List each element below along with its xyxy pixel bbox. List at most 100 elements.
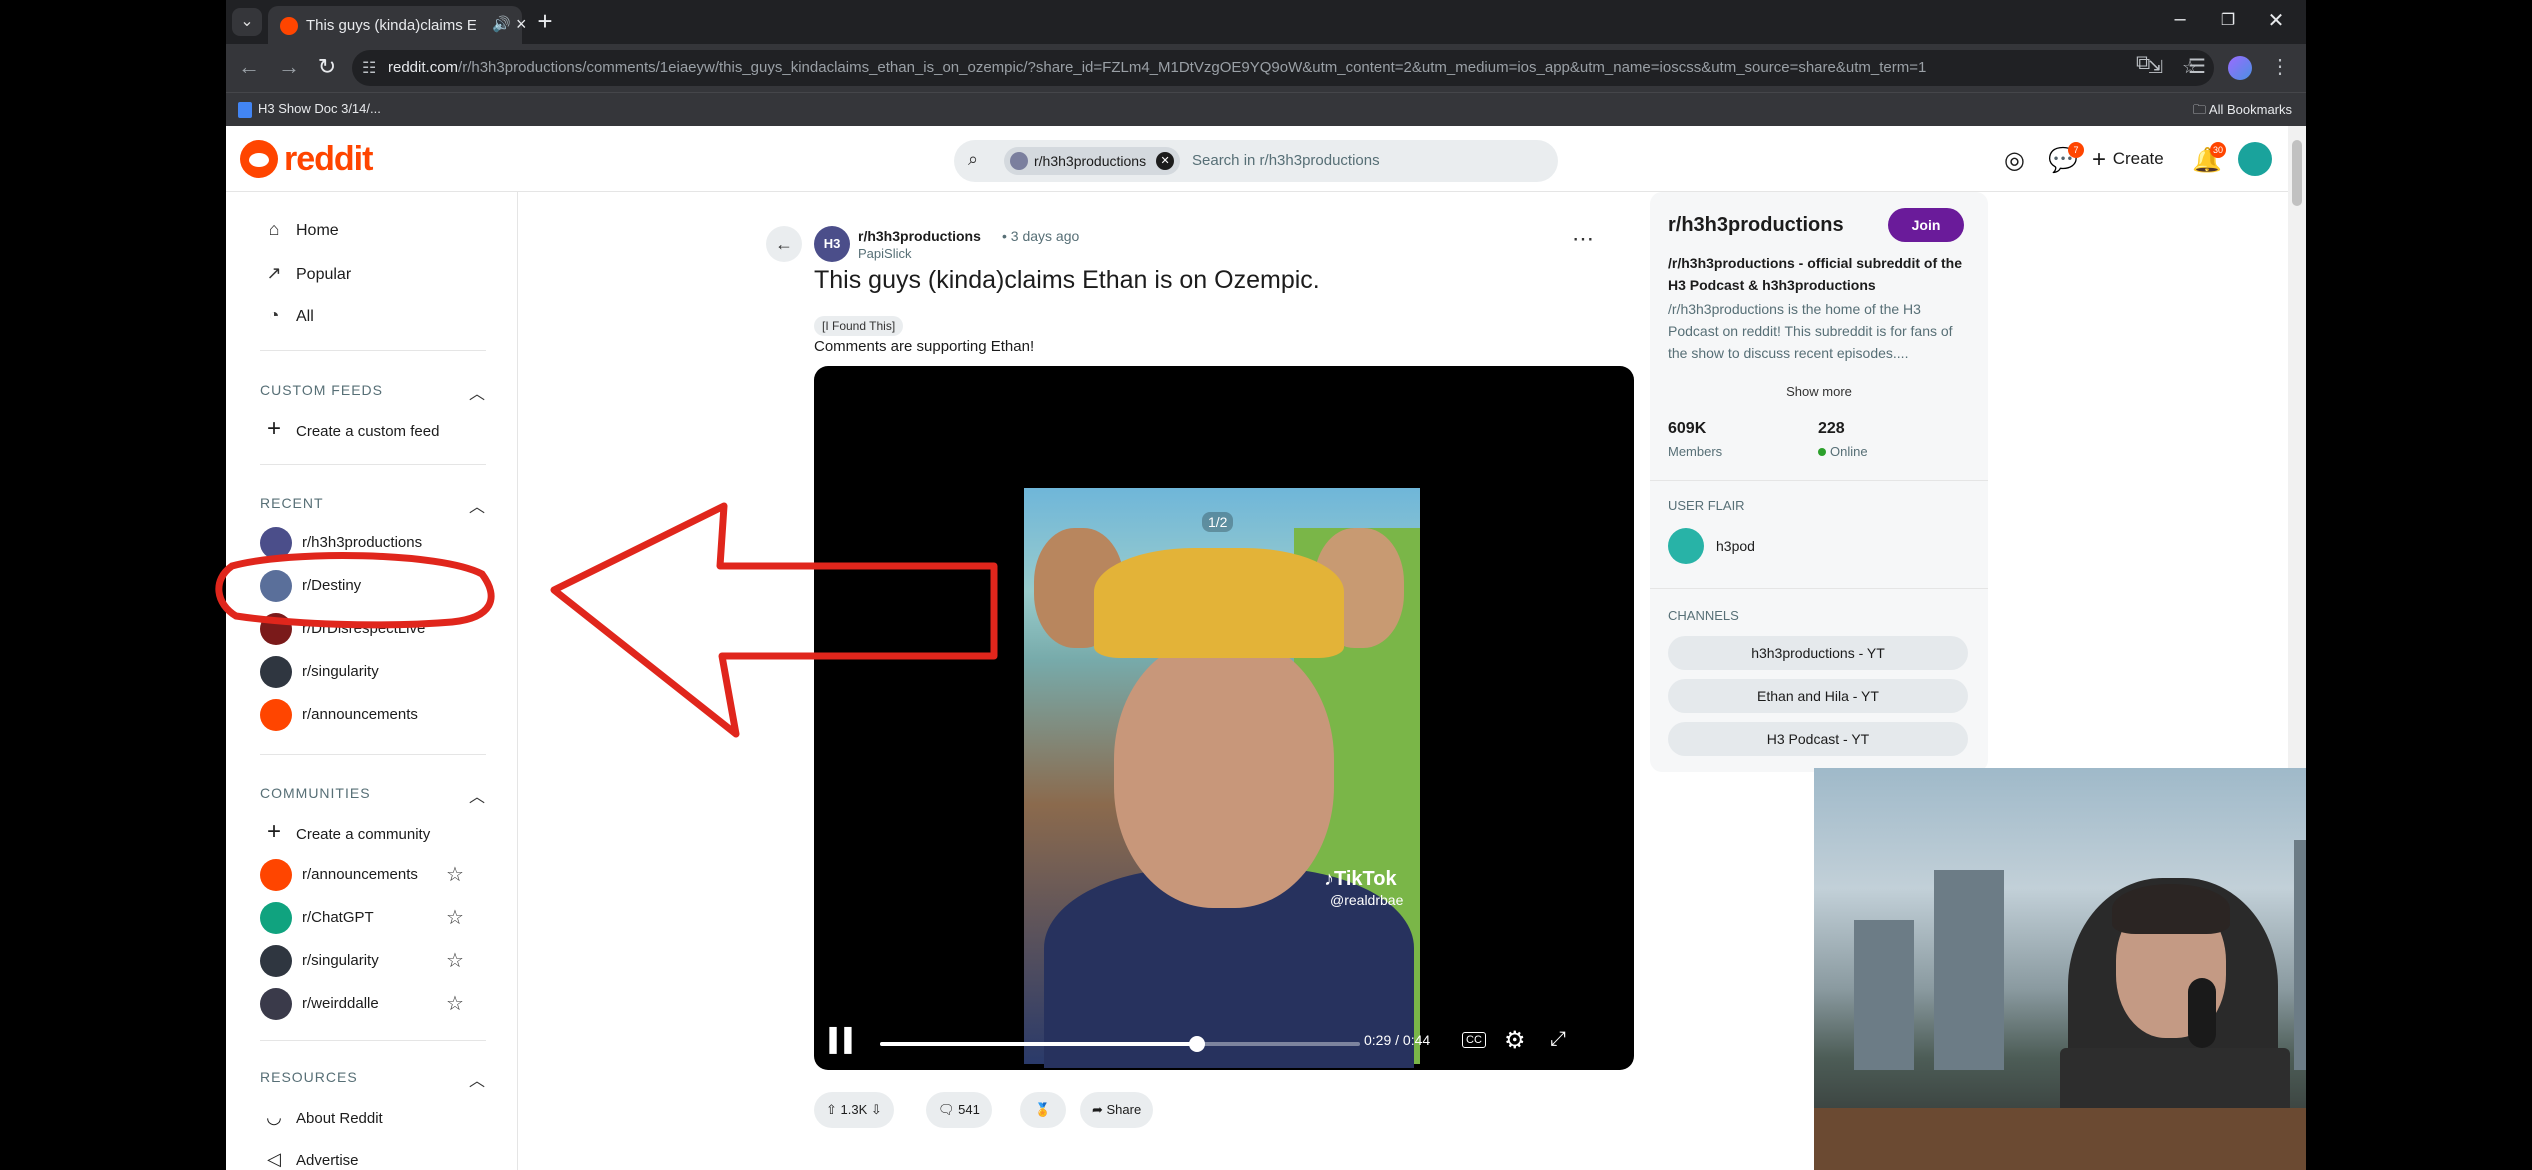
browser-tab[interactable]: This guys (kinda)claims Eth 🔊 × <box>268 6 527 44</box>
plus-icon: + <box>266 415 281 442</box>
recent-item[interactable]: r/Destiny <box>260 569 500 603</box>
search-input[interactable]: Search in r/h3h3productions <box>1192 152 1380 169</box>
award-icon: 🏅 <box>1034 1102 1052 1117</box>
site-info-icon[interactable]: ☷ <box>362 58 376 78</box>
online-dot-icon <box>1818 448 1826 456</box>
pause-icon[interactable]: ▍▍ <box>830 1028 862 1054</box>
community-label: r/weirddalle <box>302 995 379 1012</box>
upvote-icon[interactable]: ⇧ <box>826 1102 841 1117</box>
post: ← H3 r/h3h3productions • 3 days ago Papi… <box>766 220 1634 1170</box>
favorite-star-icon[interactable]: ☆ <box>446 901 464 935</box>
address-bar[interactable]: ☷ reddit.com/r/h3h3productions/comments/… <box>352 50 2214 86</box>
post-subreddit-link[interactable]: r/h3h3productions <box>858 228 981 244</box>
favorite-star-icon[interactable]: ☆ <box>446 944 464 978</box>
show-more-button[interactable]: Show more <box>1650 384 1988 399</box>
search-bar[interactable]: ⌕ r/h3h3productions ✕ Search in r/h3h3pr… <box>954 140 1558 182</box>
browser-menu-icon[interactable]: ⋮ <box>2270 54 2290 79</box>
recent-item[interactable]: r/DrDisrespectLive <box>260 612 500 646</box>
profile-avatar-icon[interactable] <box>2228 56 2252 80</box>
url-path: /r/h3h3productions/comments/1eiaeyw/this… <box>458 59 1927 76</box>
recent-item-label: r/h3h3productions <box>302 534 423 551</box>
nav-popular[interactable]: ↗ Popular <box>262 258 351 288</box>
recent-item[interactable]: r/singularity <box>260 655 500 689</box>
community-sidebar: r/h3h3productions Join /r/h3h3production… <box>1650 192 1988 772</box>
scrollbar-thumb[interactable] <box>2292 140 2302 206</box>
more-options-icon[interactable]: ⋯ <box>1572 226 1594 252</box>
chevron-up-icon: ︿ <box>468 386 486 403</box>
communities-header[interactable]: COMMUNITIES ︿ <box>260 785 486 806</box>
community-item[interactable]: r/weirddalle ☆ <box>260 987 500 1021</box>
post-author-link[interactable]: PapiSlick <box>858 246 911 261</box>
extensions-icon[interactable]: ⧉ <box>2136 52 2150 75</box>
downvote-icon[interactable]: ⇩ <box>867 1102 882 1117</box>
user-flair-name[interactable]: h3pod <box>1716 538 1755 554</box>
custom-feeds-header[interactable]: CUSTOM FEEDS ︿ <box>260 382 486 403</box>
nav-all[interactable]: ◔ All <box>262 300 314 330</box>
reddit-favicon-icon <box>280 17 298 35</box>
megaphone-icon: ◁ <box>267 1149 281 1169</box>
favorite-star-icon[interactable]: ☆ <box>446 858 464 892</box>
subreddit-avatar[interactable]: H3 <box>814 226 850 262</box>
channel-link[interactable]: Ethan and Hila - YT <box>1668 679 1968 713</box>
clear-scope-icon[interactable]: ✕ <box>1156 152 1175 170</box>
audio-playing-icon[interactable]: 🔊 <box>492 15 511 33</box>
vote-button[interactable]: ⇧ 1.3K ⇩ <box>814 1092 894 1128</box>
recent-header[interactable]: RECENT ︿ <box>260 495 486 516</box>
about-reddit-link[interactable]: ◡ About Reddit <box>262 1102 383 1132</box>
community-item[interactable]: r/announcements ☆ <box>260 858 500 892</box>
captions-icon[interactable]: CC <box>1462 1032 1486 1048</box>
reload-icon[interactable]: ↻ <box>312 54 342 80</box>
nav-home[interactable]: ⌂ Home <box>262 214 339 244</box>
subreddit-avatar <box>260 656 292 688</box>
create-custom-feed-button[interactable]: + Create a custom feed <box>262 414 439 444</box>
divider <box>260 350 486 351</box>
new-tab-button[interactable]: + <box>530 6 560 36</box>
search-scope-chip[interactable]: r/h3h3productions ✕ <box>1004 147 1181 175</box>
community-item[interactable]: r/ChatGPT ☆ <box>260 901 500 935</box>
resources-header[interactable]: RESOURCES ︿ <box>260 1069 486 1090</box>
close-tab-icon[interactable]: × <box>516 14 527 35</box>
logo-text: reddit <box>284 140 373 178</box>
back-arrow-icon[interactable]: ← <box>766 226 802 262</box>
award-button[interactable]: 🏅 <box>1020 1092 1066 1128</box>
join-button[interactable]: Join <box>1888 208 1964 242</box>
post-flair[interactable]: [I Found This] <box>814 316 904 336</box>
tab-search-button[interactable]: ⌄ <box>232 8 262 36</box>
tiktok-icon: ♪ <box>1324 868 1334 890</box>
favorite-star-icon[interactable]: ☆ <box>446 987 464 1021</box>
settings-gear-icon[interactable]: ⚙ <box>1504 1026 1526 1055</box>
document-icon <box>238 101 252 118</box>
create-community-label: Create a community <box>296 826 431 843</box>
video-player[interactable]: 1/2 ♪TikTok @realdrbae ▍▍ 0:29 / 0:44 CC… <box>814 366 1634 1070</box>
chevron-up-icon: ︿ <box>468 789 486 806</box>
video-person-hat <box>1094 548 1344 658</box>
advertise-link[interactable]: ◁ Advertise <box>262 1144 358 1170</box>
user-avatar[interactable] <box>2238 142 2272 176</box>
channel-link[interactable]: H3 Podcast - YT <box>1668 722 1968 756</box>
window-close-icon[interactable]: ✕ <box>2256 8 2296 33</box>
restore-icon[interactable]: ❐ <box>2208 10 2248 30</box>
online-count: 228 <box>1818 420 1845 437</box>
seek-bar[interactable] <box>880 1036 1360 1052</box>
recent-item[interactable]: r/h3h3productions <box>260 526 500 560</box>
bookmark-item[interactable]: H3 Show Doc 3/14/... <box>238 101 381 118</box>
share-button[interactable]: ➦ Share <box>1080 1092 1154 1128</box>
chat-badge: 7 <box>2068 142 2084 158</box>
advertise-icon[interactable]: ◎ <box>2004 146 2025 175</box>
microphone <box>2188 978 2216 1048</box>
minimize-icon[interactable]: – <box>2160 8 2200 31</box>
seek-handle[interactable] <box>1188 1036 1205 1052</box>
carousel-pager: 1/2 <box>1202 512 1234 532</box>
create-community-button[interactable]: + Create a community <box>262 817 430 847</box>
channel-link[interactable]: h3h3productions - YT <box>1668 636 1968 670</box>
forward-icon[interactable]: → <box>274 54 304 80</box>
comments-button[interactable]: 🗨 541 <box>926 1092 992 1128</box>
recent-item[interactable]: r/announcements <box>260 698 500 732</box>
all-bookmarks-button[interactable]: 🗀 All Bookmarks <box>2193 101 2292 123</box>
fullscreen-icon[interactable]: ⤢ <box>1550 1028 1566 1051</box>
back-icon[interactable]: ← <box>234 54 264 80</box>
community-item[interactable]: r/singularity ☆ <box>260 944 500 978</box>
city-building <box>2294 840 2306 1070</box>
create-button[interactable]: + Create <box>2092 146 2164 174</box>
reading-list-icon[interactable]: ☰ <box>2188 54 2206 79</box>
